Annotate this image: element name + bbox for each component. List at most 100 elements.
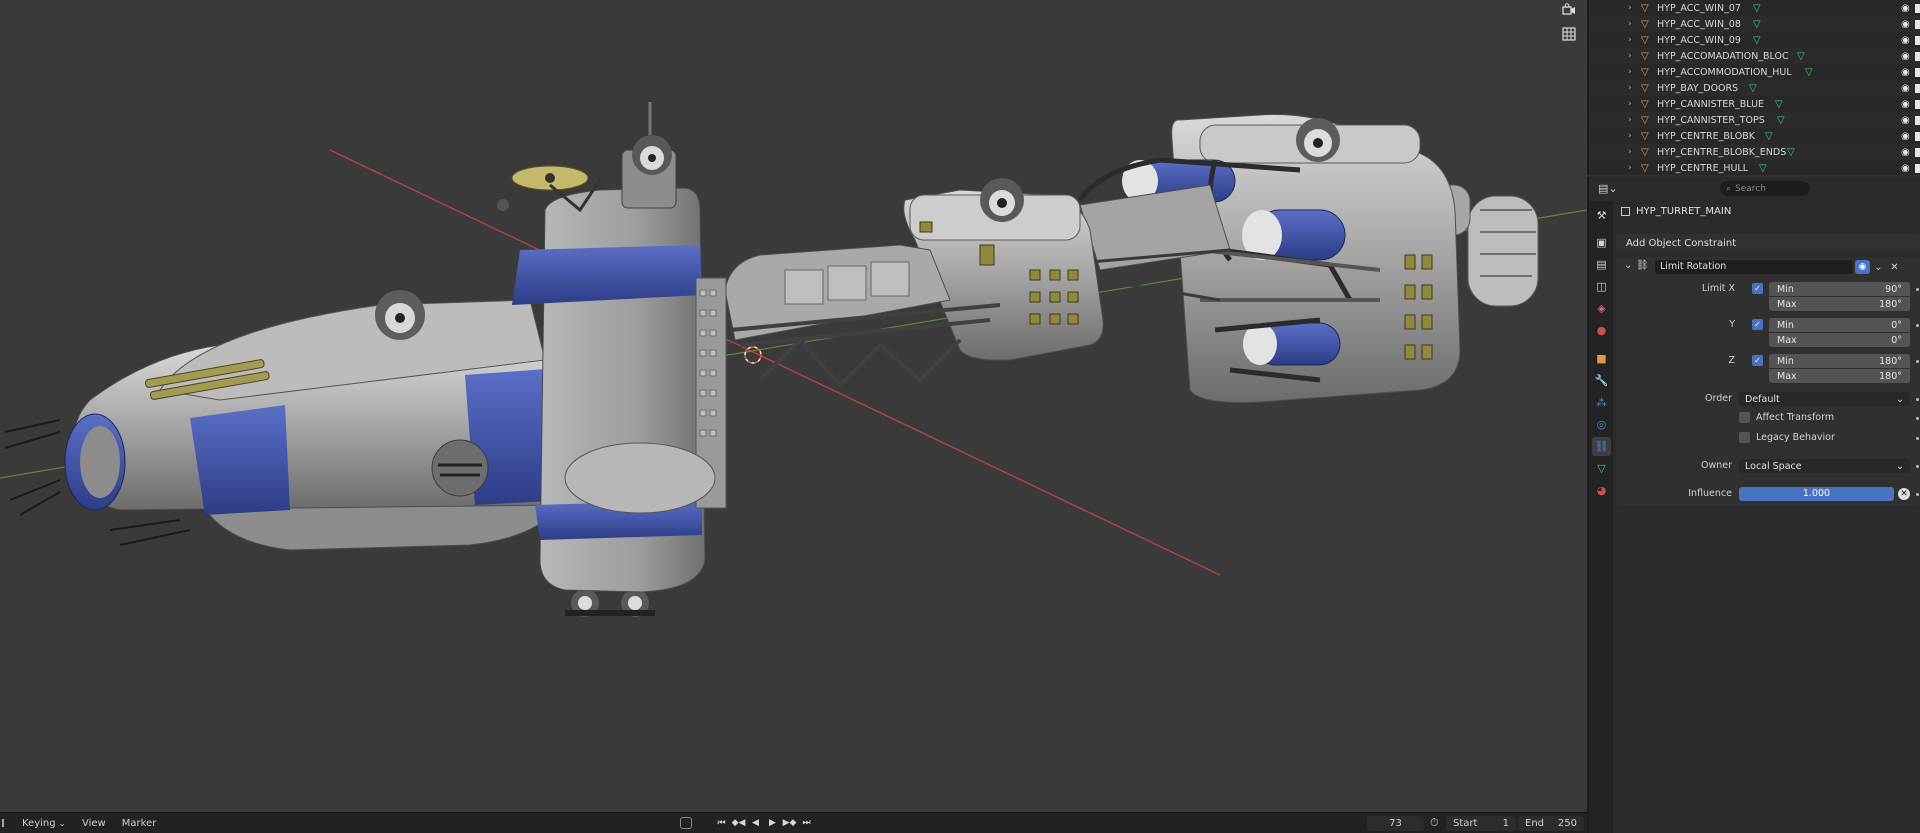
legacy-behavior-toggle[interactable]: Legacy Behavior xyxy=(1739,432,1835,443)
constraint-remove-icon[interactable]: ✕ xyxy=(1888,260,1901,274)
visibility-eye-icon[interactable]: ◉ xyxy=(1901,67,1910,78)
tool-tab-icon[interactable]: ⚒ xyxy=(1592,206,1611,225)
limit-z-max-field[interactable]: Max 180° xyxy=(1769,369,1910,383)
limit-y-checkbox[interactable]: ✓ xyxy=(1752,319,1763,330)
material-tab-icon[interactable]: ◕ xyxy=(1592,481,1611,500)
mesh-data-icon[interactable]: ▽ xyxy=(1805,67,1813,78)
visibility-eye-icon[interactable]: ◉ xyxy=(1901,115,1910,126)
expand-chevron-icon[interactable]: › xyxy=(1628,83,1632,93)
animate-property-dot[interactable] xyxy=(1916,288,1919,291)
expand-chevron-icon[interactable]: › xyxy=(1628,19,1632,29)
constraint-menu-chevron-icon[interactable]: ⌄ xyxy=(1872,260,1885,274)
output-tab-icon[interactable]: ▤ xyxy=(1592,255,1611,274)
render-toggle-icon[interactable] xyxy=(1915,51,1920,61)
auto-keying-icon[interactable] xyxy=(680,817,692,829)
end-frame-field[interactable]: End 250 xyxy=(1518,815,1584,831)
expand-chevron-icon[interactable]: › xyxy=(1628,163,1632,173)
render-toggle-icon[interactable] xyxy=(1915,3,1920,13)
animate-property-dot[interactable] xyxy=(1916,437,1919,440)
prev-keyframe-icon[interactable]: ◆◀ xyxy=(731,816,746,831)
object-tab-icon[interactable]: ■ xyxy=(1592,349,1611,368)
outliner-row[interactable]: › ▽ HYP_ACC_WIN_09 ▽ ◉ xyxy=(1589,32,1920,48)
outliner-row[interactable]: › ▽ HYP_CANNISTER_BLUE ▽ ◉ xyxy=(1589,96,1920,112)
scene-tab-icon[interactable]: ◈ xyxy=(1592,299,1611,318)
visibility-eye-icon[interactable]: ◉ xyxy=(1901,83,1910,94)
limit-z-checkbox[interactable]: ✓ xyxy=(1752,355,1763,366)
limit-y-min-field[interactable]: Min 0° xyxy=(1769,318,1910,332)
limit-x-max-field[interactable]: Max 180° xyxy=(1769,297,1910,311)
constraints-tab-icon[interactable]: ⛓ xyxy=(1592,437,1611,456)
limit-z-min-field[interactable]: Min 180° xyxy=(1769,354,1910,368)
expand-chevron-icon[interactable]: › xyxy=(1628,51,1632,61)
outliner-row[interactable]: › ▽ HYP_ACC_WIN_07 ▽ ◉ xyxy=(1589,0,1920,16)
play-reverse-icon[interactable]: ◀ xyxy=(748,816,763,831)
camera-view-icon[interactable] xyxy=(1559,0,1579,20)
visibility-eye-icon[interactable]: ◉ xyxy=(1901,35,1910,46)
expand-chevron-icon[interactable]: › xyxy=(1628,67,1632,77)
constraint-enable-eye-icon[interactable]: ◉ xyxy=(1855,260,1870,274)
constraint-name-field[interactable]: Limit Rotation xyxy=(1655,260,1853,274)
expand-chevron-icon[interactable]: › xyxy=(1628,147,1632,157)
expand-chevron-icon[interactable]: › xyxy=(1628,131,1632,141)
properties-search-field[interactable]: ⌕ Search xyxy=(1720,181,1810,196)
particles-tab-icon[interactable]: ⁂ xyxy=(1592,393,1611,412)
limit-y-max-field[interactable]: Max 0° xyxy=(1769,333,1910,347)
influence-slider[interactable]: 1.000 xyxy=(1739,487,1894,501)
world-tab-icon[interactable]: ● xyxy=(1592,321,1611,340)
expand-chevron-icon[interactable]: › xyxy=(1628,3,1632,13)
jump-end-icon[interactable]: ⏭ xyxy=(799,816,814,831)
affect-transform-checkbox[interactable] xyxy=(1739,412,1750,423)
visibility-eye-icon[interactable]: ◉ xyxy=(1901,19,1910,30)
outliner-row[interactable]: › ▽ HYP_CANNISTER_TOPS ▽ ◉ xyxy=(1589,112,1920,128)
add-object-constraint-button[interactable]: Add Object Constraint xyxy=(1616,234,1920,252)
visibility-eye-icon[interactable]: ◉ xyxy=(1901,163,1910,174)
play-icon[interactable]: ▶ xyxy=(765,816,780,831)
visibility-eye-icon[interactable]: ◉ xyxy=(1901,51,1910,62)
outliner-row[interactable]: › ▽ HYP_BAY_DOORS ▽ ◉ xyxy=(1589,80,1920,96)
mesh-data-icon[interactable]: ▽ xyxy=(1777,115,1785,126)
visibility-eye-icon[interactable]: ◉ xyxy=(1901,131,1910,142)
outliner-row[interactable]: › ▽ HYP_ACCOMMODATION_HUL ▽ ◉ xyxy=(1589,64,1920,80)
visibility-eye-icon[interactable]: ◉ xyxy=(1901,99,1910,110)
legacy-behavior-checkbox[interactable] xyxy=(1739,432,1750,443)
outliner-row[interactable]: › ▽ HYP_CENTRE_HULL ▽ ◉ xyxy=(1589,160,1920,175)
marker-menu[interactable]: Marker xyxy=(114,818,165,829)
visibility-eye-icon[interactable]: ◉ xyxy=(1901,147,1910,158)
render-toggle-icon[interactable] xyxy=(1915,83,1920,93)
outliner-row[interactable]: › ▽ HYP_ACCOMADATION_BLOC ▽ ◉ xyxy=(1589,48,1920,64)
render-tab-icon[interactable]: ▣ xyxy=(1592,233,1611,252)
animate-property-dot[interactable] xyxy=(1916,398,1919,401)
editor-type-icon[interactable] xyxy=(2,819,8,827)
render-toggle-icon[interactable] xyxy=(1915,67,1920,77)
current-frame-field[interactable]: 73 xyxy=(1367,815,1424,831)
perspective-grid-icon[interactable] xyxy=(1559,24,1579,44)
outliner-row[interactable]: › ▽ HYP_CENTRE_BLOBK ▽ ◉ xyxy=(1589,128,1920,144)
order-dropdown[interactable]: Default ⌄ xyxy=(1739,392,1910,406)
view-menu[interactable]: View xyxy=(74,818,114,829)
mesh-data-icon[interactable]: ▽ xyxy=(1753,35,1761,46)
limit-x-checkbox[interactable]: ✓ xyxy=(1752,283,1763,294)
mesh-data-icon[interactable]: ▽ xyxy=(1749,83,1757,94)
mesh-data-icon[interactable]: ▽ xyxy=(1765,131,1773,142)
mesh-data-icon[interactable]: ▽ xyxy=(1753,19,1761,30)
collapse-chevron-icon[interactable]: ⌄ xyxy=(1624,260,1632,271)
animate-property-dot[interactable] xyxy=(1916,493,1919,496)
animate-property-dot[interactable] xyxy=(1916,360,1919,363)
affect-transform-toggle[interactable]: Affect Transform xyxy=(1739,412,1834,423)
animate-property-dot[interactable] xyxy=(1916,324,1919,327)
outliner-row[interactable]: › ▽ HYP_CENTRE_BLOBK_ENDS ▽ ◉ xyxy=(1589,144,1920,160)
mesh-data-icon[interactable]: ▽ xyxy=(1787,147,1795,158)
animate-property-dot[interactable] xyxy=(1916,417,1919,420)
owner-space-dropdown[interactable]: Local Space ⌄ xyxy=(1739,459,1910,473)
render-toggle-icon[interactable] xyxy=(1915,147,1920,157)
render-toggle-icon[interactable] xyxy=(1915,115,1920,125)
jump-start-icon[interactable]: ⏮ xyxy=(714,816,729,831)
mesh-data-icon[interactable]: ▽ xyxy=(1775,99,1783,110)
disable-keep-transform-icon[interactable]: ✕ xyxy=(1898,488,1910,500)
visibility-eye-icon[interactable]: ◉ xyxy=(1901,3,1910,14)
mesh-data-icon[interactable]: ▽ xyxy=(1797,51,1805,62)
outliner-row[interactable]: › ▽ HYP_ACC_WIN_08 ▽ ◉ xyxy=(1589,16,1920,32)
data-tab-icon[interactable]: ▽ xyxy=(1592,459,1611,478)
animate-property-dot[interactable] xyxy=(1916,465,1919,468)
keying-menu[interactable]: Keying xyxy=(14,818,74,829)
